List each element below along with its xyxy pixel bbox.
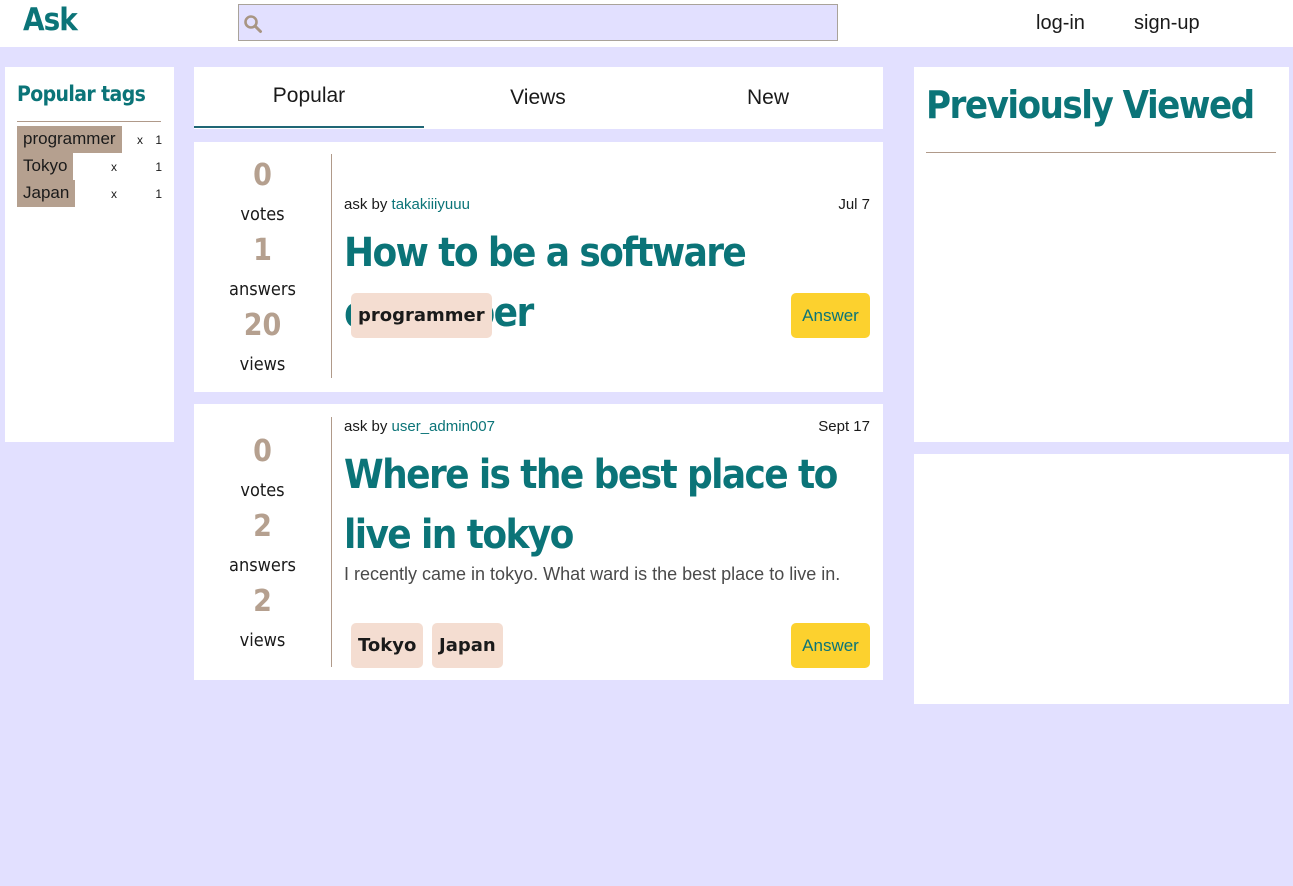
- previously-viewed-title: Previously Viewed: [926, 83, 1255, 127]
- search-box[interactable]: [238, 4, 838, 41]
- remove-tag-button[interactable]: x: [111, 187, 117, 201]
- question-date: Sept 17: [818, 418, 870, 435]
- popular-tag-row: Japan x 1: [17, 180, 162, 207]
- views-label: views: [239, 354, 286, 375]
- question-card: 0 votes 1 answers 20 views ask by takaki…: [194, 142, 883, 392]
- question-title[interactable]: Where is the best place to live in tokyo: [344, 445, 864, 565]
- author-link[interactable]: takakiiiyuuu: [392, 196, 470, 213]
- view-count: 20: [243, 308, 282, 343]
- views-label: views: [239, 630, 286, 651]
- question-tag[interactable]: Tokyo: [351, 623, 424, 668]
- answer-button[interactable]: Answer: [791, 293, 870, 338]
- divider: [17, 121, 161, 122]
- question-date: Jul 7: [838, 196, 870, 213]
- remove-tag-button[interactable]: x: [137, 133, 143, 147]
- popular-tags-title: Popular tags: [17, 82, 146, 106]
- asked-by: ask by takakiiiyuuu: [344, 196, 470, 213]
- author-link[interactable]: user_admin007: [392, 418, 495, 435]
- divider: [331, 154, 332, 378]
- view-count: 2: [253, 584, 272, 619]
- tab-popular[interactable]: Popular: [194, 67, 424, 129]
- search-icon: [244, 15, 262, 33]
- search-input[interactable]: [269, 5, 829, 40]
- active-tab-indicator: [194, 126, 424, 128]
- remove-tag-button[interactable]: x: [111, 160, 117, 174]
- popular-tag-chip[interactable]: Japan: [17, 180, 76, 207]
- answer-button[interactable]: Answer: [791, 623, 870, 668]
- answer-count: 2: [253, 509, 272, 544]
- asked-by-prefix: ask by: [344, 418, 388, 435]
- question-tag[interactable]: Japan: [432, 623, 503, 668]
- side-panel: [914, 454, 1289, 704]
- votes-label: votes: [240, 204, 285, 225]
- question-tag[interactable]: programmer: [351, 293, 492, 338]
- asked-by: ask by user_admin007: [344, 418, 495, 435]
- divider: [331, 417, 332, 667]
- answers-label: answers: [229, 555, 296, 576]
- vote-count: 0: [253, 158, 272, 193]
- login-link[interactable]: log-in: [1036, 12, 1085, 35]
- logo[interactable]: Ask: [23, 2, 78, 38]
- popular-tag-count: 1: [155, 187, 162, 201]
- divider: [926, 152, 1276, 153]
- tab-views[interactable]: Views: [423, 67, 653, 129]
- popular-tag-row: programmer x 1: [17, 126, 162, 153]
- tab-new[interactable]: New: [653, 67, 883, 129]
- previously-viewed-panel: Previously Viewed: [914, 67, 1289, 442]
- question-card: 0 votes 2 answers 2 views ask by user_ad…: [194, 404, 883, 680]
- popular-tag-row: Tokyo x 1: [17, 153, 162, 180]
- question-excerpt: I recently came in tokyo. What ward is t…: [344, 564, 841, 584]
- popular-tag-count: 1: [155, 160, 162, 174]
- signup-link[interactable]: sign-up: [1134, 12, 1200, 35]
- popular-tags-panel: Popular tags programmer x 1 Tokyo x 1 Ja…: [5, 67, 174, 442]
- sort-tabs: Popular Views New: [194, 67, 883, 129]
- popular-tag-count: 1: [155, 133, 162, 147]
- asked-by-prefix: ask by: [344, 196, 388, 213]
- answer-count: 1: [253, 233, 272, 268]
- top-bar: Ask log-in sign-up: [0, 0, 1293, 47]
- popular-tag-chip[interactable]: programmer: [17, 126, 122, 153]
- answers-label: answers: [229, 279, 296, 300]
- vote-count: 0: [253, 434, 272, 469]
- popular-tag-chip[interactable]: Tokyo: [17, 153, 74, 180]
- votes-label: votes: [240, 480, 285, 501]
